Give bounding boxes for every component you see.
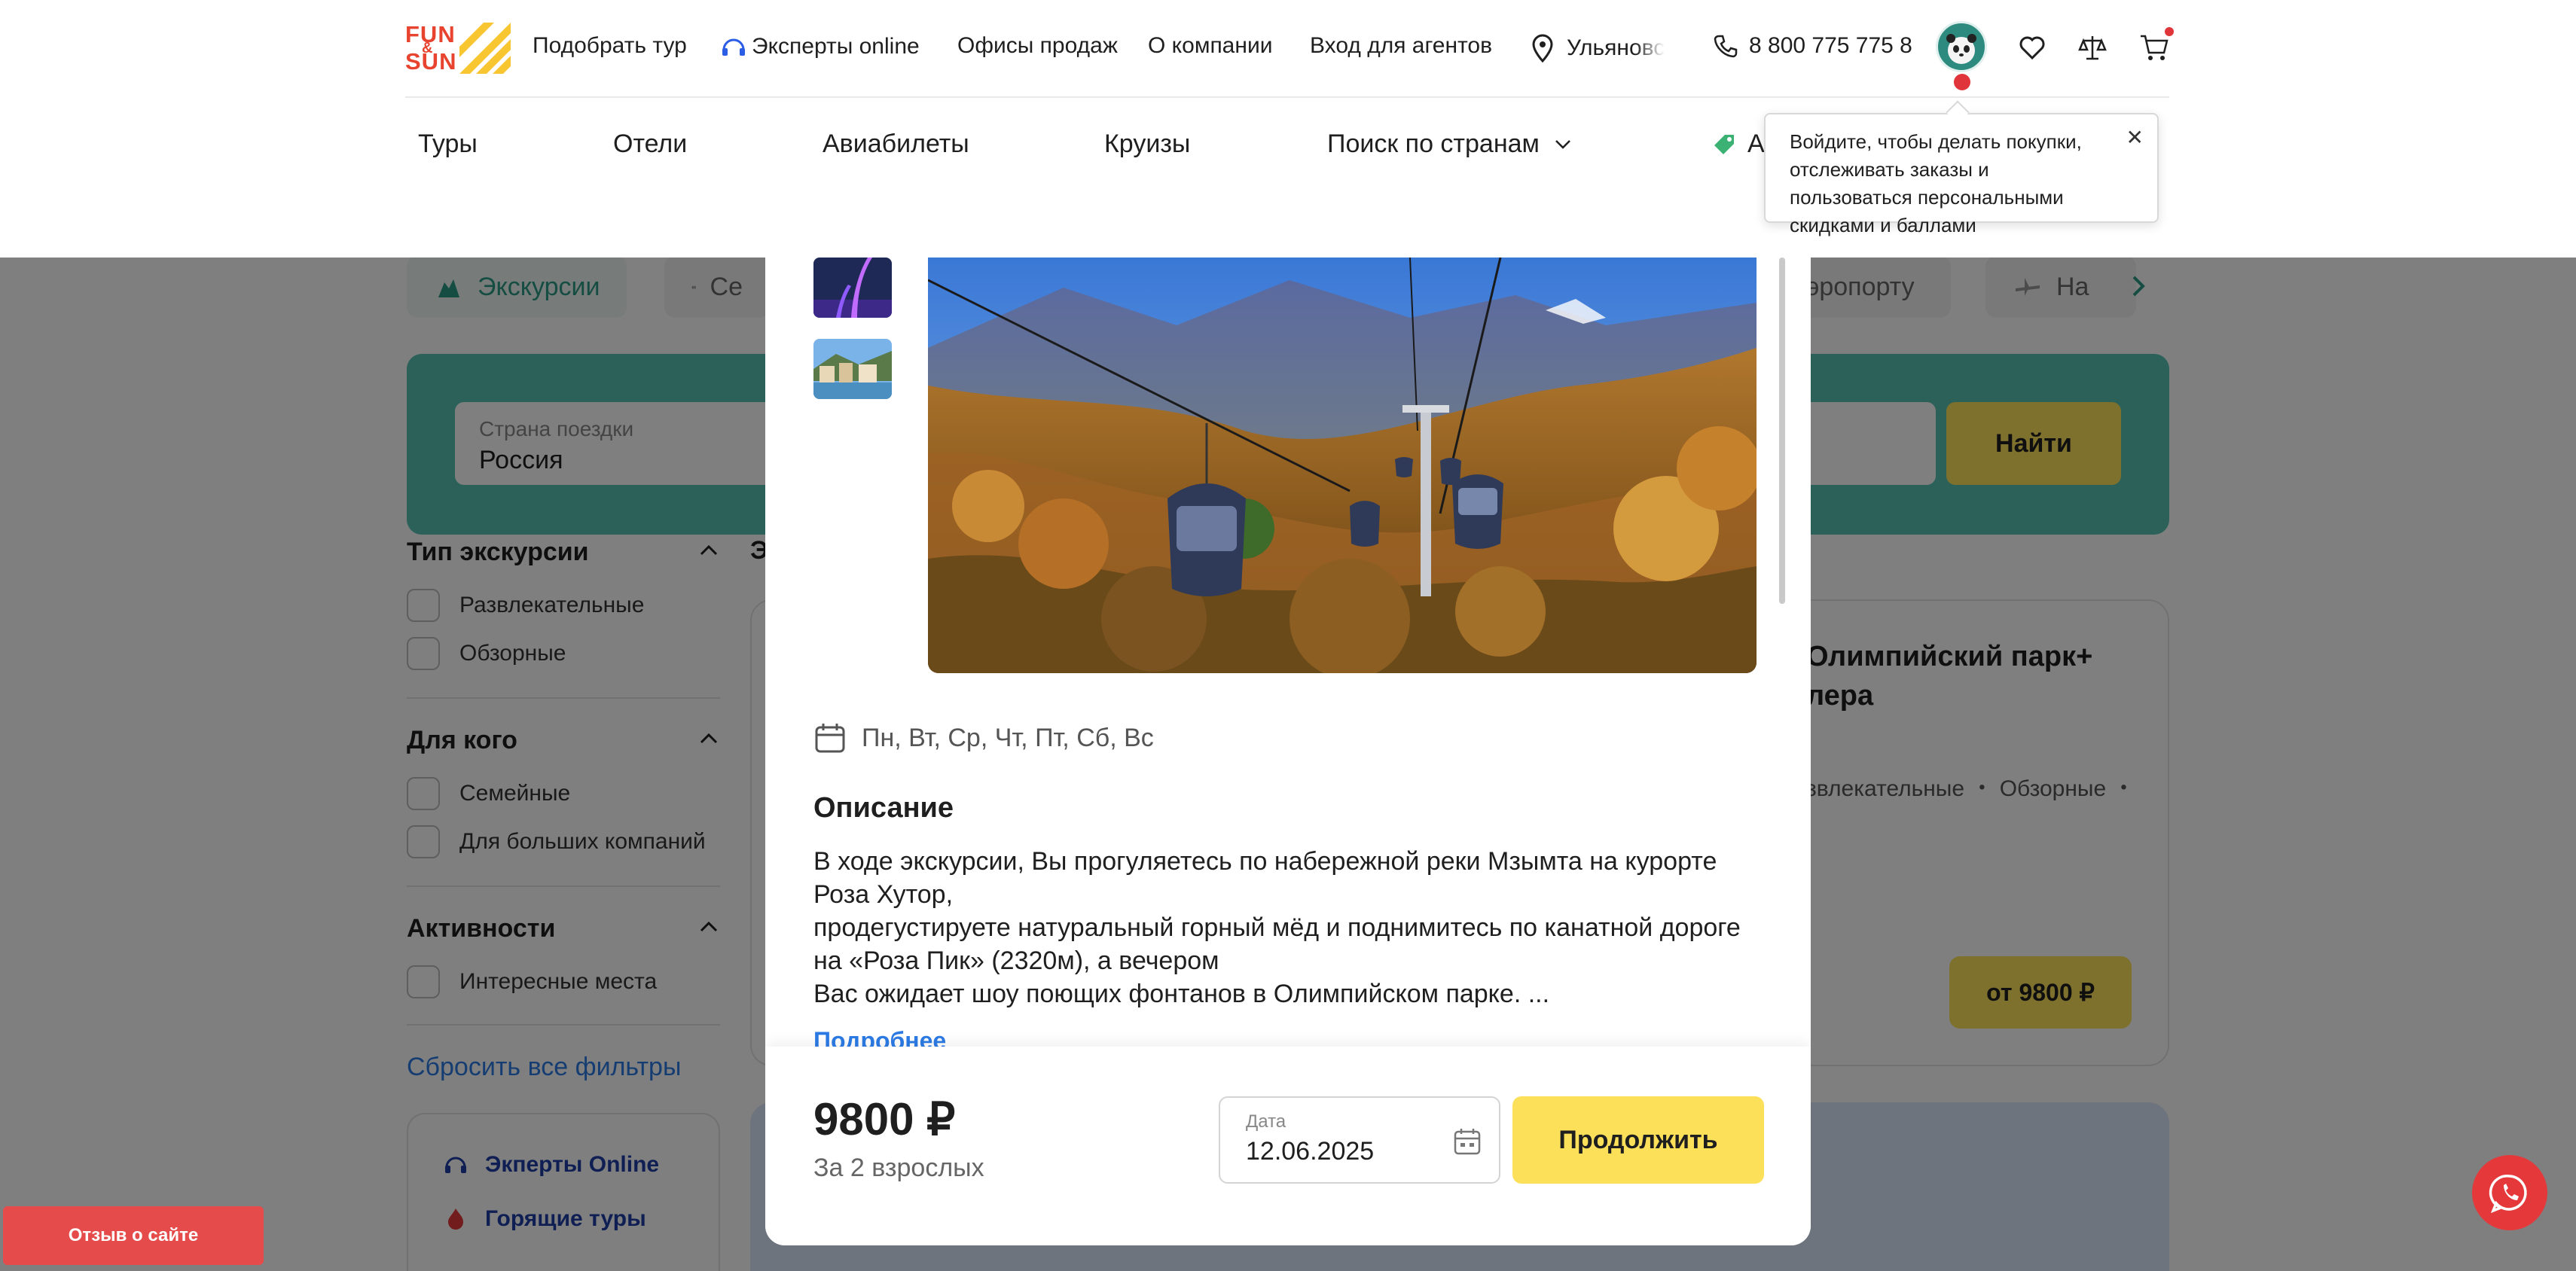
cart-notification-dot [2165,27,2174,36]
calendar-icon[interactable] [1452,1126,1482,1157]
nav-hotels[interactable]: Отели [613,130,687,159]
description-title: Описание [813,792,954,824]
sun-logo-icon [459,23,511,74]
city-selector[interactable]: Ульяновс [1529,33,1665,63]
header-divider [405,96,2169,98]
excursion-main-photo[interactable] [928,258,1757,673]
description-line: продегустируете натуральный горный мёд и… [813,913,1741,942]
excursion-days-text: Пн, Вт, Ср, Чт, Пт, Сб, Вс [862,723,1154,752]
description-text: В ходе экскурсии, Вы прогуляетесь по наб… [813,845,1770,1010]
excursion-days: Пн, Вт, Ср, Чт, Пт, Сб, Вс [813,721,1154,754]
date-field[interactable]: Дата 12.06.2025 [1219,1096,1500,1184]
nav-tours[interactable]: Туры [418,130,478,159]
nav-agents-login[interactable]: Вход для агентов [1310,33,1492,59]
description-line: на «Роза Пик» (2320м), а вечером [813,946,1219,975]
thumbnail-resort-image [813,339,892,399]
whatsapp-icon [2489,1174,2527,1214]
site-header: FUN & SUN Подобрать тур Эксперты online … [0,0,2576,258]
gallery-thumbnail[interactable] [813,258,892,318]
logo-text: FUN & SUN [405,23,456,74]
nav-experts-online-label: Эксперты online [752,34,920,59]
nav-sales-offices[interactable]: Офисы продаж [957,33,1118,59]
nav-promo-label: А [1747,130,1765,158]
price-note: За 2 взрослых [813,1154,984,1182]
thumbnail-fountain-image [813,258,892,318]
avatar[interactable] [1936,21,1987,72]
description-line: Вас ожидает шоу поющих фонтанов в Олимпи… [813,980,1550,1008]
phone-icon [1714,35,1738,58]
excursion-modal: Пн, Вт, Ср, Чт, Пт, Сб, Вс Описание В хо… [765,258,1811,1245]
cable-car-autumn-image [928,258,1757,673]
date-field-value: 12.06.2025 [1246,1137,1375,1166]
headset-icon [722,38,745,56]
chevron-down-icon [1555,139,1570,149]
logo-word-bottom: SUN [405,48,457,75]
feedback-button[interactable]: Отзыв о сайте [3,1206,264,1265]
nav-pick-tour[interactable]: Подобрать тур [533,33,687,59]
panda-avatar-icon [1946,34,1976,64]
date-field-label: Дата [1246,1111,1286,1132]
location-pin-icon [1532,34,1553,63]
whatsapp-button[interactable] [2472,1155,2547,1230]
total-price: 9800 ₽ [813,1094,956,1145]
city-name: Ульяновс [1567,35,1665,60]
heart-icon[interactable] [2019,35,2046,60]
description-line: В ходе экскурсии, Вы прогуляетесь по наб… [813,847,1717,876]
nav-country-search[interactable]: Поиск по странам [1327,130,1573,159]
cart-icon[interactable] [2139,33,2169,62]
nav-about[interactable]: О компании [1148,33,1272,59]
gallery-thumbnail[interactable] [813,339,892,399]
nav-cruises[interactable]: Круизы [1104,130,1190,159]
close-icon[interactable]: ✕ [2126,123,2144,151]
description-line: Роза Хутор, [813,880,954,909]
nav-experts-online[interactable]: Эксперты online [720,33,920,60]
login-tooltip: Войдите, чтобы делать покупки, отслежива… [1764,113,2159,236]
nav-promo[interactable]: А [1711,130,1765,159]
logo[interactable]: FUN & SUN [405,23,511,74]
tag-icon [1714,134,1734,154]
nav-country-search-label: Поиск по странам [1327,130,1540,158]
phone-number: 8 800 775 775 8 [1749,33,1912,58]
calendar-icon [815,724,845,753]
login-tooltip-text: Войдите, чтобы делать покупки, отслежива… [1790,130,2082,236]
nav-flights[interactable]: Авиабилеты [823,130,969,159]
phone-link[interactable]: 8 800 775 775 8 [1713,33,1912,59]
continue-button[interactable]: Продолжить [1512,1096,1764,1184]
modal-scrollbar[interactable] [1779,258,1785,604]
notification-dot [1954,74,1970,90]
compare-scales-icon[interactable] [2077,33,2107,62]
